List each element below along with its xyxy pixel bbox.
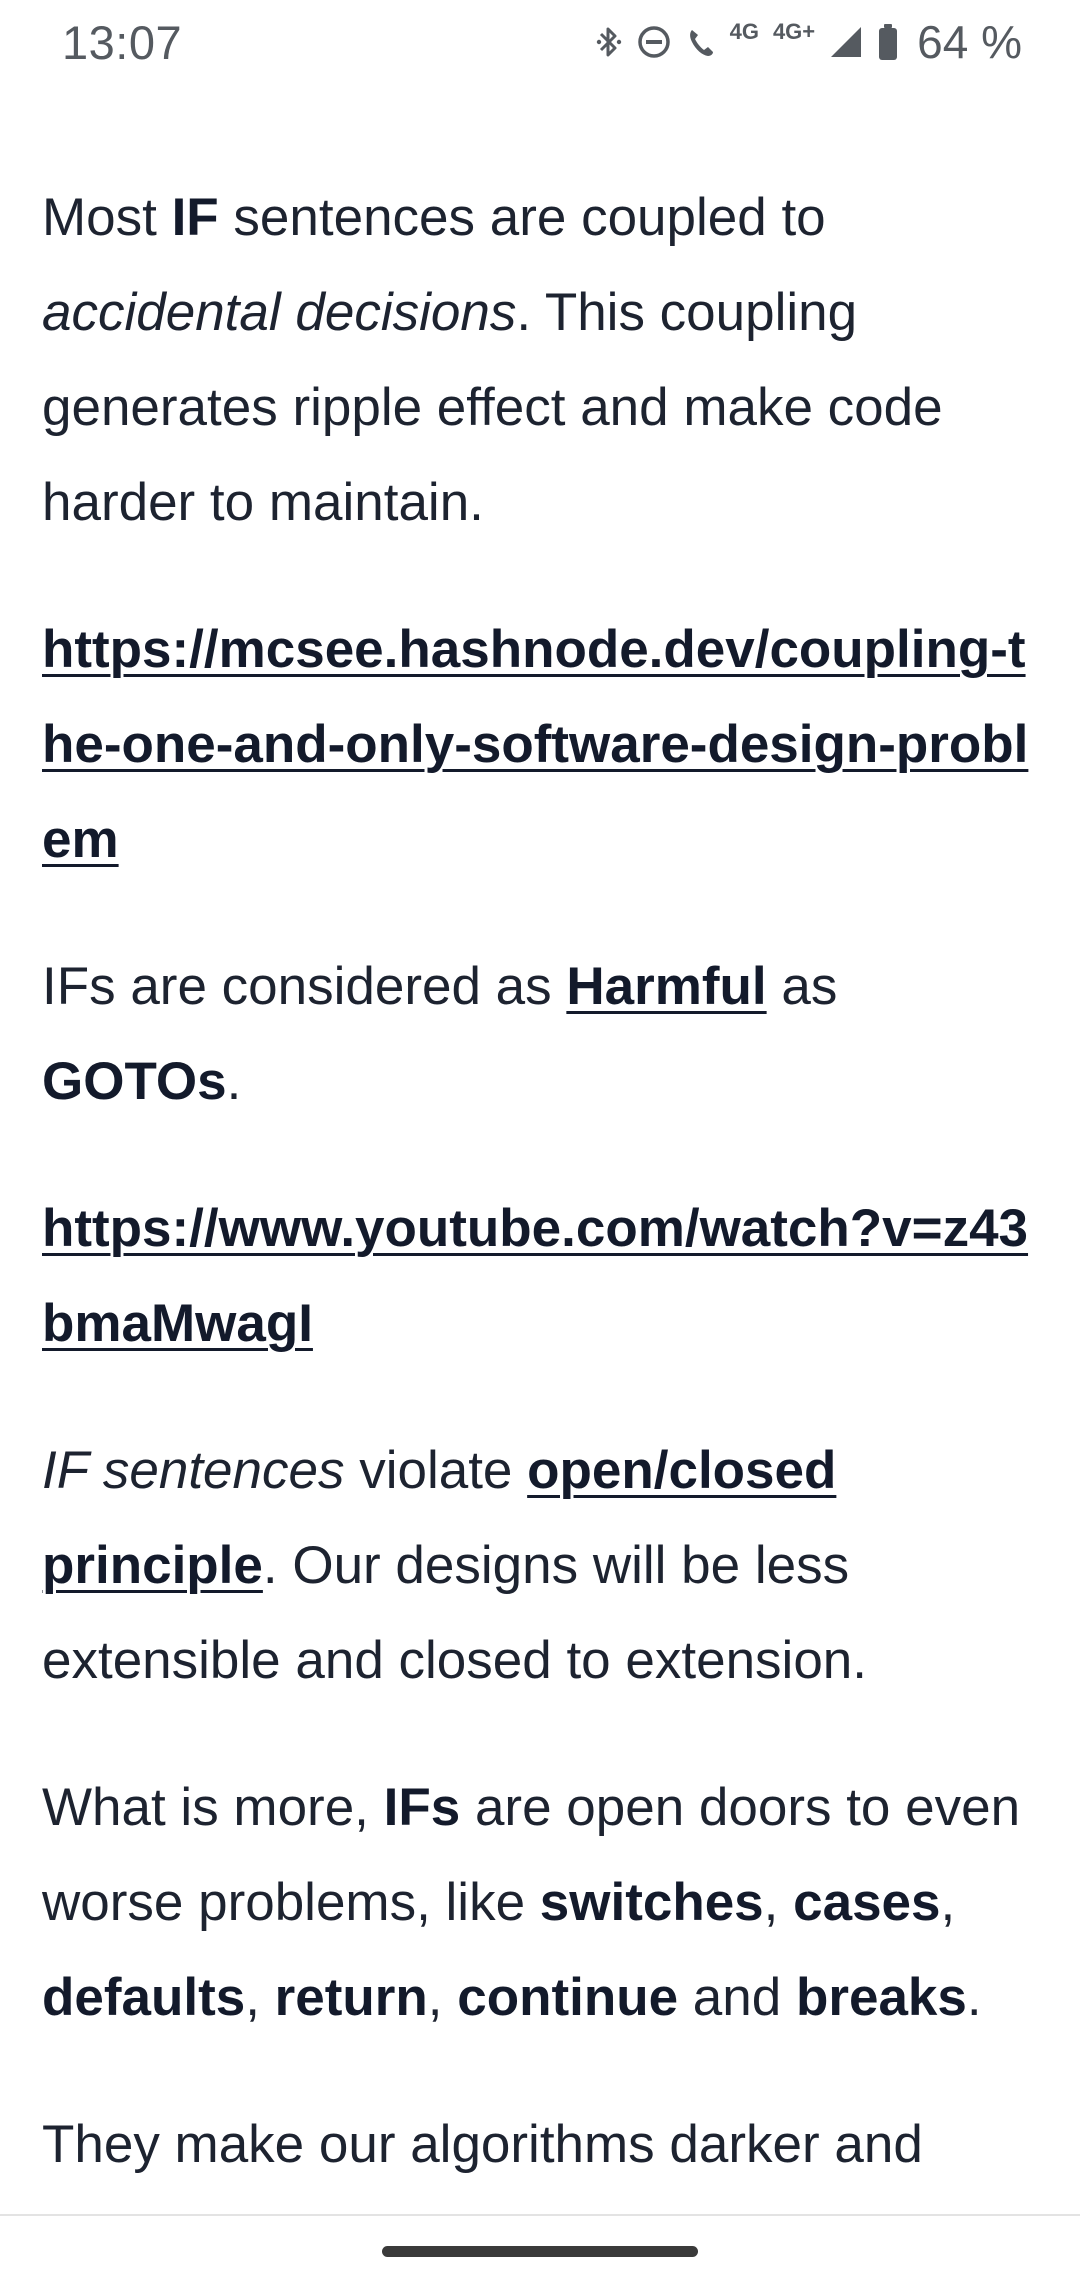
text-run: violate (344, 1441, 528, 1500)
article-paragraph-1: Most IF sentences are coupled to acciden… (42, 170, 1042, 550)
harmful-link[interactable]: Harmful (566, 957, 766, 1016)
bluetooth-icon (596, 27, 621, 57)
volte-call-icon (689, 30, 713, 56)
bold-keyword: defaults (42, 1968, 246, 2027)
text-run: IFs are considered as (42, 957, 567, 1016)
navigation-bar (0, 2214, 1080, 2282)
text-run: . (966, 1968, 982, 2027)
battery-percent: 64 % (917, 16, 1022, 68)
text-run: , (763, 1873, 794, 1932)
bold-keyword: breaks (795, 1968, 967, 2027)
do-not-disturb-icon (637, 26, 670, 58)
text-run: , (245, 1968, 275, 2027)
status-bar: 13:07 4G 4G+ 64 % (0, 0, 1080, 84)
text-run: , (427, 1968, 458, 2027)
bold-keyword: switches (539, 1873, 764, 1932)
text-run: and (678, 1968, 796, 2027)
italic-phrase: IF sentences (42, 1441, 345, 1500)
text-run: What is more, (42, 1778, 384, 1837)
text-run: as (766, 957, 838, 1016)
article-paragraph-4: What is more, IFs are open doors to even… (42, 1760, 1042, 2045)
bold-keyword: return (274, 1968, 428, 2027)
text-run: sentences are coupled to (218, 188, 826, 247)
article-content: Most IF sentences are coupled to acciden… (42, 170, 1042, 2244)
bold-keyword: cases (793, 1873, 941, 1932)
status-time: 13:07 (62, 15, 183, 69)
article-paragraph-3: IF sentences violate open/closed princip… (42, 1423, 1042, 1708)
bold-keyword: IF (171, 188, 219, 247)
network-small-label: 4G (729, 19, 759, 44)
article-paragraph-link-2: https://www.youtube.com/watch?v=z43bmaMw… (42, 1181, 1042, 1371)
bold-keyword: IFs (383, 1778, 461, 1837)
bold-keyword: GOTOs (42, 1052, 227, 1111)
italic-phrase: accidental decisions (42, 283, 517, 342)
signal-icon (831, 27, 862, 57)
text-run: , (940, 1873, 956, 1932)
youtube-video-link[interactable]: https://www.youtube.com/watch?v=z43bmaMw… (42, 1181, 1042, 1371)
text-run: . (226, 1052, 242, 1111)
article-paragraph-5: They make our algorithms darker and (42, 2097, 1042, 2192)
bold-keyword: continue (457, 1968, 679, 2027)
article-paragraph-2: IFs are considered as Harmful as GOTOs. (42, 939, 1042, 1129)
battery-icon (879, 24, 898, 60)
text-run: Most (42, 188, 172, 247)
coupling-article-link[interactable]: https://mcsee.hashnode.dev/coupling-the-… (42, 602, 1042, 887)
network-type-label: 4G+ (772, 19, 816, 44)
home-gesture-handle[interactable] (382, 2246, 698, 2257)
status-icons: 4G 4G+ 64 % (596, 0, 1022, 84)
article-paragraph-link-1: https://mcsee.hashnode.dev/coupling-the-… (42, 602, 1042, 887)
text-run: They make our algorithms darker and (42, 2115, 923, 2174)
